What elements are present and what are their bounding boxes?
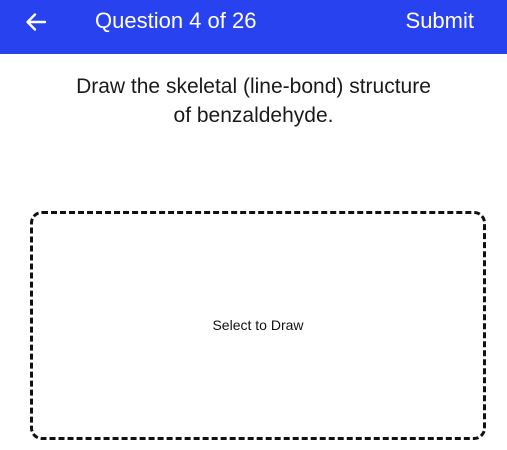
question-screen: Question 4 of 26 Submit Draw the skeleta… (0, 0, 507, 450)
submit-button[interactable]: Submit (406, 8, 474, 34)
back-button[interactable] (20, 6, 52, 38)
arrow-left-icon (25, 12, 47, 32)
select-to-draw-label: Select to Draw (212, 316, 304, 333)
question-prompt-line-2: of benzaldehyde. (173, 104, 334, 127)
top-app-bar: Question 4 of 26 Submit (0, 0, 507, 54)
question-prompt-line-1: Draw the skeletal (line-bond) structure (76, 75, 431, 98)
question-counter: Question 4 of 26 (95, 8, 257, 33)
question-prompt: Draw the skeletal (line-bond) structure … (0, 72, 507, 130)
drawing-canvas[interactable]: Select to Draw (30, 211, 486, 440)
